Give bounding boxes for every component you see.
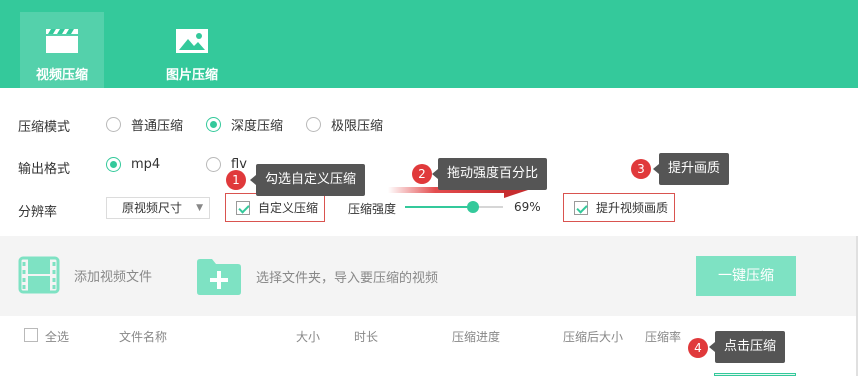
radio-circle bbox=[206, 117, 221, 132]
radio-extreme-compress[interactable]: 极限压缩 bbox=[306, 115, 383, 134]
resolution-label: 分辨率 bbox=[18, 205, 58, 220]
header-bar: 视频压缩 图片压缩 bbox=[0, 0, 858, 88]
col-compressed-size: 压缩后大小 bbox=[563, 330, 624, 344]
tab-label: 视频压缩 bbox=[35, 68, 88, 83]
checkbox-box bbox=[574, 200, 588, 215]
col-duration: 时长 bbox=[354, 330, 379, 344]
radio-label: 极限压缩 bbox=[331, 119, 384, 134]
radio-label: 普通压缩 bbox=[131, 119, 184, 134]
radio-circle bbox=[206, 157, 221, 172]
tooltip-drag-strength: 拖动强度百分比 bbox=[431, 158, 548, 190]
strength-slider[interactable] bbox=[405, 201, 503, 213]
radio-mp4[interactable]: mp4 bbox=[106, 157, 160, 172]
select-all-label: 全选 bbox=[45, 330, 70, 344]
file-toolbar: 添加视频文件 选择文件夹，导入要压缩的视频 一键压缩 bbox=[0, 236, 858, 316]
tooltip-click-compress: 点击压缩 bbox=[708, 331, 786, 363]
select-all-checkbox[interactable] bbox=[24, 328, 38, 342]
step-marker-2: 2 bbox=[412, 164, 432, 184]
col-size: 大小 bbox=[296, 330, 321, 344]
strength-label: 压缩强度 bbox=[348, 202, 397, 216]
film-icon bbox=[18, 256, 60, 294]
checkbox-box bbox=[236, 200, 250, 215]
add-video-label: 添加视频文件 bbox=[74, 269, 153, 285]
radio-flv[interactable]: flv bbox=[206, 157, 247, 172]
step-marker-4: 4 bbox=[688, 338, 708, 358]
image-icon bbox=[176, 29, 208, 53]
radio-circle bbox=[106, 117, 121, 132]
tab-image-compress[interactable]: 图片压缩 bbox=[150, 12, 234, 88]
radio-normal-compress[interactable]: 普通压缩 bbox=[106, 115, 183, 134]
col-ratio: 压缩率 bbox=[645, 330, 682, 344]
compress-mode-label: 压缩模式 bbox=[18, 120, 71, 135]
resolution-value: 原视频尺寸 bbox=[122, 201, 183, 215]
radio-deep-compress[interactable]: 深度压缩 bbox=[206, 115, 283, 134]
radio-label: 深度压缩 bbox=[231, 119, 284, 134]
slider-fill bbox=[405, 206, 473, 208]
clapperboard-icon bbox=[46, 29, 78, 53]
slider-thumb[interactable] bbox=[466, 201, 479, 213]
output-format-label: 输出格式 bbox=[18, 162, 71, 177]
add-folder-button[interactable]: 选择文件夹，导入要压缩的视频 bbox=[196, 256, 438, 296]
enhance-quality-checkbox[interactable]: 提升视频画质 bbox=[563, 193, 676, 222]
add-folder-label: 选择文件夹，导入要压缩的视频 bbox=[256, 270, 439, 286]
app-window: 视频压缩 图片压缩 压缩模式 普通压缩 深度压缩 极限压缩 输出格式 mp4 f… bbox=[0, 0, 858, 376]
radio-circle bbox=[106, 157, 121, 172]
tooltip-enhance-quality: 提升画质 bbox=[652, 153, 730, 185]
checkbox-label: 自定义压缩 bbox=[258, 201, 319, 215]
col-progress: 压缩进度 bbox=[452, 330, 501, 344]
col-filename: 文件名称 bbox=[119, 330, 168, 344]
chevron-down-icon: ▼ bbox=[196, 203, 203, 213]
radio-label: mp4 bbox=[131, 157, 161, 172]
tooltip-custom-compress: 勾选自定义压缩 bbox=[249, 164, 366, 196]
compress-all-button[interactable]: 一键压缩 bbox=[696, 256, 796, 296]
add-video-button[interactable]: 添加视频文件 bbox=[18, 256, 152, 294]
radio-circle bbox=[306, 117, 321, 132]
step-marker-3: 3 bbox=[631, 159, 651, 179]
step-marker-1: 1 bbox=[226, 170, 246, 190]
resolution-select[interactable]: 原视频尺寸 ▼ bbox=[106, 197, 210, 219]
tab-video-compress[interactable]: 视频压缩 bbox=[20, 12, 104, 88]
custom-compress-checkbox[interactable]: 自定义压缩 bbox=[225, 193, 326, 222]
tab-label: 图片压缩 bbox=[165, 68, 218, 83]
folder-add-icon bbox=[197, 259, 241, 295]
checkbox-label: 提升视频画质 bbox=[596, 201, 669, 215]
strength-value: 69% bbox=[514, 200, 541, 214]
